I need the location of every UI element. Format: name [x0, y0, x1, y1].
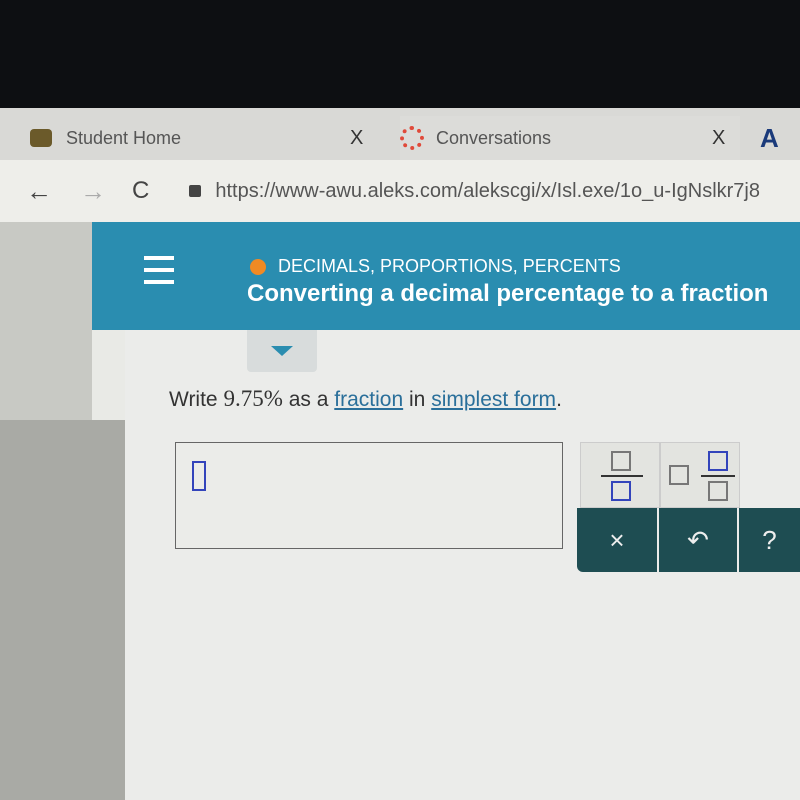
- close-tab-icon[interactable]: X: [350, 127, 363, 150]
- forward-icon[interactable]: →: [80, 176, 106, 207]
- percent-value: 9.75%: [223, 386, 283, 411]
- undo-button[interactable]: ↶: [659, 508, 737, 572]
- canvas-favicon-icon: [400, 126, 424, 150]
- question-area: Write 9.75% as a fraction in simplest fo…: [125, 330, 800, 800]
- tab-label: Conversations: [436, 127, 552, 148]
- tab-favicon-icon: [30, 129, 52, 147]
- topic-header: DECIMALS, PROPORTIONS, PERCENTS Converti…: [92, 222, 800, 330]
- back-icon[interactable]: ←: [26, 176, 52, 207]
- topic-label: DECIMALS, PROPORTIONS, PERCENTS: [278, 256, 621, 276]
- chevron-down-icon: [271, 346, 293, 356]
- url-field[interactable]: https://www-awu.aleks.com/alekscgi/x/Isl…: [215, 180, 760, 203]
- simplest-form-link[interactable]: simplest form: [431, 388, 556, 411]
- lock-icon: [189, 185, 202, 197]
- close-tab-icon[interactable]: X: [712, 127, 725, 150]
- status-dot-icon: [250, 258, 266, 275]
- tab-student-home[interactable]: Student Home X: [30, 116, 370, 160]
- expand-button[interactable]: [247, 330, 317, 372]
- cursor-box: [192, 461, 206, 491]
- tab-label: Student Home: [66, 127, 182, 148]
- mixed-number-button[interactable]: [660, 442, 740, 508]
- answer-input[interactable]: [175, 442, 563, 549]
- reload-icon[interactable]: C: [132, 177, 149, 205]
- tab-aleks[interactable]: A: [760, 116, 779, 160]
- fraction-link[interactable]: fraction: [334, 388, 403, 411]
- question-text: Write 9.75% as a fraction in simplest fo…: [169, 386, 562, 411]
- menu-icon[interactable]: [144, 256, 174, 292]
- tab-conversations[interactable]: Conversations X: [400, 116, 740, 160]
- fraction-button[interactable]: [580, 442, 660, 508]
- tab-bar: Student Home X Conversations X A: [0, 108, 800, 258]
- page-title: Converting a decimal percentage to a fra…: [247, 280, 769, 307]
- help-button[interactable]: ?: [739, 508, 800, 572]
- clear-button[interactable]: ×: [577, 508, 657, 572]
- address-bar: ← → C https://www-awu.aleks.com/alekscgi…: [0, 160, 800, 222]
